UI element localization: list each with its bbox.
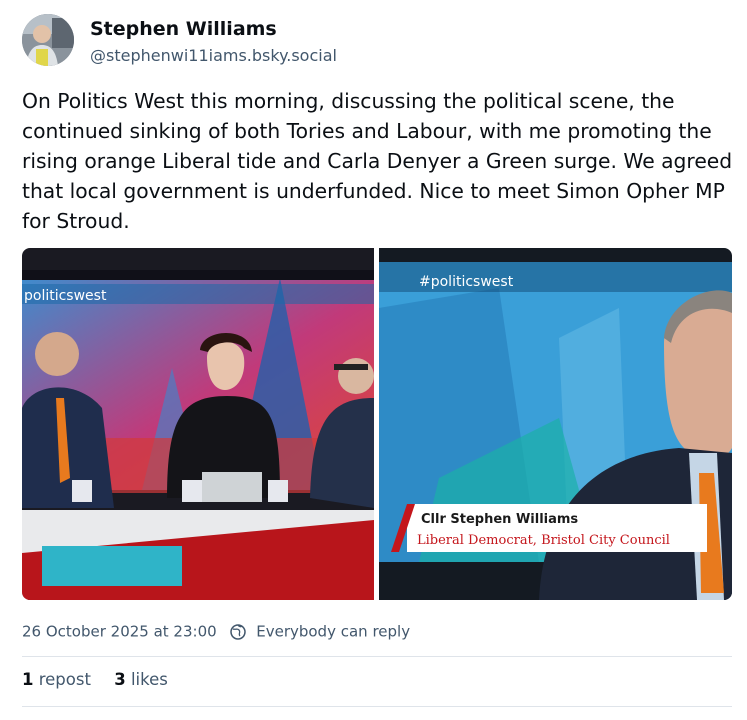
panel-photo: politicswest [22,248,374,600]
post-image-panel[interactable]: politicswest [22,248,374,600]
avatar-photo [22,14,74,66]
post-image-gallery: politicswest #politicswest Cllr Stephen … [22,248,732,600]
likes-label: likes [130,670,168,689]
closeup-photo: #politicswest Cllr Stephen Williams Libe… [379,248,732,600]
post-timestamp[interactable]: 26 October 2025 at 23:00 [22,623,217,641]
divider-bottom [22,706,732,707]
post-meta: 26 October 2025 at 23:00 Everybody can r… [22,622,410,642]
globe-icon [230,623,247,640]
post-text: On Politics West this morning, discussin… [22,89,733,233]
author-avatar[interactable] [22,14,74,66]
reply-setting: Everybody can reply [256,622,411,641]
likes-stat[interactable]: 3 likes [114,670,168,689]
reposts-label: repost [38,670,91,689]
left-hashtag: politicswest [24,288,107,304]
caption-name: Cllr Stephen Williams [421,512,578,527]
author-display-name[interactable]: Stephen Williams [90,18,277,40]
author-handle[interactable]: @stephenwi11iams.bsky.social [90,46,337,65]
reposts-stat[interactable]: 1 repost [22,670,91,689]
post-image-closeup[interactable]: #politicswest Cllr Stephen Williams Libe… [379,248,732,600]
reposts-count: 1 [22,670,34,689]
likes-count: 3 [114,670,126,689]
caption-role: Liberal Democrat, Bristol City Council [417,533,670,548]
divider-top [22,656,732,657]
right-hashtag: #politicswest [419,274,514,290]
post-detail: Stephen Williams @stephenwi11iams.bsky.s… [0,0,747,720]
post-stats: 1 repost 3 likes [22,670,186,689]
